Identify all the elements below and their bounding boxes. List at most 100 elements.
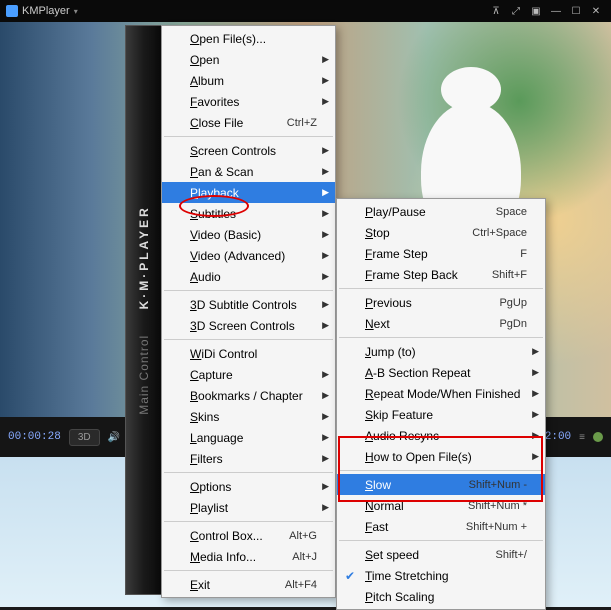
submenu-item-jump-to[interactable]: Jump (to)▶: [337, 341, 545, 362]
menu-label: Language: [190, 431, 317, 445]
menu-item-open[interactable]: Open▶: [162, 49, 335, 70]
menu-shortcut: PgUp: [499, 297, 527, 309]
menu-label: Skins: [190, 410, 317, 424]
menu-item-playlist[interactable]: Playlist▶: [162, 497, 335, 518]
menu-item-exit[interactable]: ExitAlt+F4: [162, 574, 335, 595]
submenu-item-fast[interactable]: FastShift+Num +: [337, 516, 545, 537]
submenu-item-slow[interactable]: SlowShift+Num -: [337, 474, 545, 495]
submenu-item-a-b-section-repeat[interactable]: A-B Section Repeat▶: [337, 362, 545, 383]
menu-shortcut: Shift+F: [492, 269, 527, 281]
submenu-arrow-icon: ▶: [322, 299, 329, 310]
submenu-item-time-stretching[interactable]: ✔Time Stretching: [337, 565, 545, 586]
menu-label: A-B Section Repeat: [365, 366, 527, 380]
menu-separator: [164, 339, 333, 340]
menu-shortcut: PgDn: [499, 318, 527, 330]
submenu-item-skip-feature[interactable]: Skip Feature▶: [337, 404, 545, 425]
menu-item-screen-controls[interactable]: Screen Controls▶: [162, 140, 335, 161]
menu-item-skins[interactable]: Skins▶: [162, 406, 335, 427]
menu-label: Play/Pause: [365, 205, 486, 219]
menu-separator: [164, 136, 333, 137]
submenu-arrow-icon: ▶: [322, 75, 329, 86]
menu-label: Screen Controls: [190, 144, 317, 158]
menu-shortcut: Alt+G: [289, 530, 317, 542]
menu-label: 3D Screen Controls: [190, 319, 317, 333]
submenu-item-pitch-scaling[interactable]: Pitch Scaling: [337, 586, 545, 607]
menu-item-favorites[interactable]: Favorites▶: [162, 91, 335, 112]
close-icon[interactable]: ✕: [587, 3, 605, 19]
menu-label: Audio: [190, 270, 317, 284]
menu-label: Frame Step: [365, 247, 510, 261]
menu-separator: [339, 470, 543, 471]
menu-item-subtitles[interactable]: Subtitles▶: [162, 203, 335, 224]
submenu-arrow-icon: ▶: [322, 369, 329, 380]
menu-shortcut: Space: [496, 206, 527, 218]
menu-item-filters[interactable]: Filters▶: [162, 448, 335, 469]
submenu-arrow-icon: ▶: [322, 187, 329, 198]
submenu-item-previous[interactable]: PreviousPgUp: [337, 292, 545, 313]
menu-item-audio[interactable]: Audio▶: [162, 266, 335, 287]
maximize-icon[interactable]: ☐: [567, 3, 585, 19]
menu-item-language[interactable]: Language▶: [162, 427, 335, 448]
menu-item-playback[interactable]: Playback▶: [162, 182, 335, 203]
menu-label: How to Open File(s): [365, 450, 527, 464]
menu-label: Open File(s)...: [190, 32, 317, 46]
menu-item-widi-control[interactable]: WiDi Control: [162, 343, 335, 364]
menu-label: Audio Resync: [365, 429, 527, 443]
menu-separator: [164, 290, 333, 291]
menu-label: Bookmarks / Chapter: [190, 389, 317, 403]
menu-separator: [339, 337, 543, 338]
app-title: KMPlayer: [22, 5, 70, 17]
audio-icon[interactable]: 🔊: [108, 432, 120, 443]
menu-item-bookmarks-chapter[interactable]: Bookmarks / Chapter▶: [162, 385, 335, 406]
menu-separator: [164, 570, 333, 571]
volume-icon[interactable]: [593, 432, 603, 442]
menu-item-open-file-s[interactable]: Open File(s)...: [162, 28, 335, 49]
menu-item-pan-scan[interactable]: Pan & Scan▶: [162, 161, 335, 182]
menu-label: Jump (to): [365, 345, 527, 359]
submenu-item-next[interactable]: NextPgDn: [337, 313, 545, 334]
menu-shortcut: Shift+Num -: [469, 479, 527, 491]
submenu-item-play-pause[interactable]: Play/Pause Space: [337, 201, 545, 222]
side-subtitle: Main Control: [137, 335, 151, 415]
menu-label: Control Box...: [190, 529, 279, 543]
menu-label: Pan & Scan: [190, 165, 317, 179]
menu-label: Video (Advanced): [190, 249, 317, 263]
dropdown-icon[interactable]: ▾: [74, 7, 78, 16]
submenu-item-how-to-open-file-s[interactable]: How to Open File(s) ▶: [337, 446, 545, 467]
side-title: K·M·PLAYER: [137, 205, 151, 309]
menu-item-control-box[interactable]: Control Box... Alt+G: [162, 525, 335, 546]
submenu-arrow-icon: ▶: [322, 96, 329, 107]
menu-item-3d-subtitle-controls[interactable]: 3D Subtitle Controls▶: [162, 294, 335, 315]
submenu-item-audio-resync[interactable]: Audio Resync ▶: [337, 425, 545, 446]
submenu-item-normal[interactable]: NormalShift+Num *: [337, 495, 545, 516]
3d-button[interactable]: 3D: [69, 429, 100, 446]
menu-item-options[interactable]: Options▶: [162, 476, 335, 497]
menu-item-3d-screen-controls[interactable]: 3D Screen Controls ▶: [162, 315, 335, 336]
submenu-item-repeat-mode-when-finished[interactable]: Repeat Mode/When Finished▶: [337, 383, 545, 404]
pin-icon[interactable]: ⊼: [487, 3, 505, 19]
playlist-icon[interactable]: ≡: [579, 432, 585, 443]
menu-separator: [164, 472, 333, 473]
menu-item-capture[interactable]: Capture▶: [162, 364, 335, 385]
submenu-item-stop[interactable]: StopCtrl+Space: [337, 222, 545, 243]
submenu-arrow-icon: ▶: [532, 430, 539, 441]
menu-item-video-advanced[interactable]: Video (Advanced)▶: [162, 245, 335, 266]
submenu-item-frame-step-back[interactable]: Frame Step BackShift+F: [337, 264, 545, 285]
submenu-item-set-speed[interactable]: Set speedShift+/: [337, 544, 545, 565]
minimize-icon[interactable]: —: [547, 3, 565, 19]
menu-item-album[interactable]: Album▶: [162, 70, 335, 91]
submenu-item-frame-step[interactable]: Frame StepF: [337, 243, 545, 264]
playback-submenu: Play/PauseSpaceStopCtrl+SpaceFrame StepF…: [336, 198, 546, 610]
menu-item-media-info[interactable]: Media Info...Alt+J: [162, 546, 335, 567]
menu-item-close-file[interactable]: Close FileCtrl+Z: [162, 112, 335, 133]
submenu-arrow-icon: ▶: [322, 502, 329, 513]
menu-label: Normal: [365, 499, 458, 513]
submenu-arrow-icon: ▶: [322, 229, 329, 240]
menu-shortcut: Shift+Num +: [466, 521, 527, 533]
submenu-arrow-icon: ▶: [322, 320, 329, 331]
expand-icon[interactable]: ⤢: [507, 3, 525, 19]
fullscreen-icon[interactable]: ▣: [527, 3, 545, 19]
app-icon: [6, 5, 18, 17]
menu-item-video-basic[interactable]: Video (Basic)▶: [162, 224, 335, 245]
submenu-arrow-icon: ▶: [532, 451, 539, 462]
